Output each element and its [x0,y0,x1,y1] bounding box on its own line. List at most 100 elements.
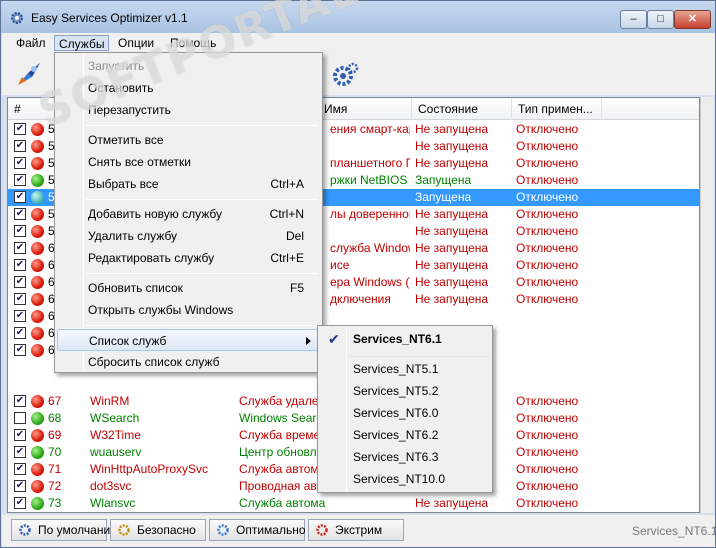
preset-extreme-button[interactable]: Экстрим [308,519,404,541]
service-state: Не запущена [415,207,489,221]
status-dot-icon [31,497,44,510]
menu-help[interactable]: Помощь [166,35,220,51]
service-start-type: Отключено [516,207,579,221]
menu-restart-service[interactable]: Перезапустить [57,99,320,121]
submenu-item[interactable]: Services_NT6.3 [320,446,490,468]
menu-services[interactable]: Службы [54,35,110,51]
submenu-item[interactable]: Services_NT6.0 [320,402,490,424]
status-dot-icon [31,293,44,306]
row-checkbox[interactable]: ✔ [14,327,26,339]
row-checkbox[interactable]: ✔ [14,242,26,254]
menu-refresh-list[interactable]: Обновить список F5 [57,277,320,299]
status-dot-icon [31,446,44,459]
gear-icon [217,524,229,536]
row-checkbox[interactable]: ✔ [14,208,26,220]
service-state: Не запущена [415,224,489,238]
preset-default-button[interactable]: По умолчанию [11,519,119,541]
row-checkbox[interactable]: ✔ [14,174,26,186]
service-start-type: Отключено [516,479,579,493]
minimize-button[interactable]: – [620,10,647,29]
gear-icon [316,524,328,536]
menu-options[interactable]: Опции [114,35,158,51]
row-checkbox[interactable]: ✔ [14,259,26,271]
service-start-type: Отключено [516,190,579,204]
header-name[interactable]: Имя [318,98,412,120]
submenu-item[interactable]: Services_NT5.2 [320,380,490,402]
menu-open-windows-services[interactable]: Открыть службы Windows [57,299,320,321]
service-state: Запущена [415,190,472,204]
menu-delete-service[interactable]: Удалить службу Del [57,225,320,247]
service-start-type: Отключено [516,258,579,272]
row-checkbox[interactable]: ✔ [14,123,26,135]
menu-edit-service[interactable]: Редактировать службу Ctrl+E [57,247,320,269]
preset-safe-button[interactable]: Безопасно [110,519,206,541]
status-dot-icon [31,123,44,136]
service-list-submenu: ✔ Services_NT6.1 Services_NT5.1 Services… [317,325,493,493]
status-dot-icon [31,327,44,340]
table-row[interactable]: ✔ 73 Wlansvc Служба автома Не запущена Отключ… [8,495,699,512]
menu-file[interactable]: Файл [12,35,50,51]
row-checkbox[interactable]: ✔ [14,310,26,322]
row-checkbox[interactable]: ✔ [14,463,26,475]
service-start-type: Отключено [516,462,579,476]
status-dot-icon [31,140,44,153]
header-start-type[interactable]: Тип примен... [512,98,602,120]
service-start-type: Отключено [516,241,579,255]
row-checkbox[interactable]: ✔ [14,344,26,356]
status-dot-icon [31,480,44,493]
submenu-item-current[interactable]: ✔ Services_NT6.1 [320,328,490,350]
row-checkbox[interactable]: ✔ [14,191,26,203]
row-checkbox[interactable] [14,412,26,424]
row-checkbox[interactable]: ✔ [14,276,26,288]
service-display-name: дключения [330,292,391,306]
list-scrollbar[interactable] [700,97,714,513]
settings-gear-icon[interactable] [332,61,360,89]
row-checkbox[interactable]: ✔ [14,157,26,169]
submenu-item[interactable]: Services_NT6.2 [320,424,490,446]
maximize-button[interactable]: □ [647,10,674,29]
status-dot-icon [31,208,44,221]
optimize-rocket-icon[interactable] [14,59,44,89]
row-checkbox[interactable]: ✔ [14,225,26,237]
service-name: WSearch [90,411,140,425]
service-start-type: Отключено [516,173,579,187]
status-dot-icon [31,276,44,289]
preset-optimal-button[interactable]: Оптимально [209,519,306,541]
row-checkbox[interactable]: ✔ [14,446,26,458]
submenu-item[interactable]: Services_NT10.0 [320,468,490,490]
menu-select-all[interactable]: Выбрать все Ctrl+A [57,173,320,195]
row-checkbox[interactable]: ✔ [14,293,26,305]
title-bar: Easy Services Optimizer v1.1 – □ ✕ [1,1,715,33]
row-checkbox[interactable]: ✔ [14,140,26,152]
service-start-type: Отключено [516,156,579,170]
service-start-type: Отключено [516,445,579,459]
menu-uncheck-all[interactable]: Снять все отметки [57,151,320,173]
app-window: Easy Services Optimizer v1.1 – □ ✕ Файл … [0,0,716,548]
submenu-item[interactable]: Services_NT5.1 [320,358,490,380]
service-start-type: Отключено [516,411,579,425]
header-state[interactable]: Состояние [412,98,512,120]
menu-start-service[interactable]: Запустить [57,55,320,77]
close-button[interactable]: ✕ [674,10,711,29]
row-checkbox[interactable]: ✔ [14,480,26,492]
status-dot-icon [31,157,44,170]
menu-check-all[interactable]: Отметить все [57,129,320,151]
row-checkbox[interactable]: ✔ [14,497,26,509]
service-state: Не запущена [415,156,489,170]
menu-stop-service[interactable]: Остановить [57,77,320,99]
menu-add-service[interactable]: Добавить новую службу Ctrl+N [57,203,320,225]
row-number: 71 [48,462,62,476]
menu-reset-service-list[interactable]: Сбросить список служб [57,351,320,373]
service-display-name [330,223,410,240]
table-row[interactable]: ✔74WwanSvcАвтонастройка WWANНе запущенаО… [8,512,700,513]
row-checkbox[interactable]: ✔ [14,429,26,441]
service-state: Запущена [415,173,472,187]
status-dot-icon [31,259,44,272]
row-checkbox[interactable]: ✔ [14,395,26,407]
service-name: dot3svc [90,479,132,493]
service-display-name: ера Windows (W... [330,275,410,289]
menu-service-list[interactable]: Список служб [57,329,320,351]
menu-separator [86,325,318,326]
service-start-type: Отключено [516,428,579,442]
service-start-type: Отключено [516,139,579,153]
